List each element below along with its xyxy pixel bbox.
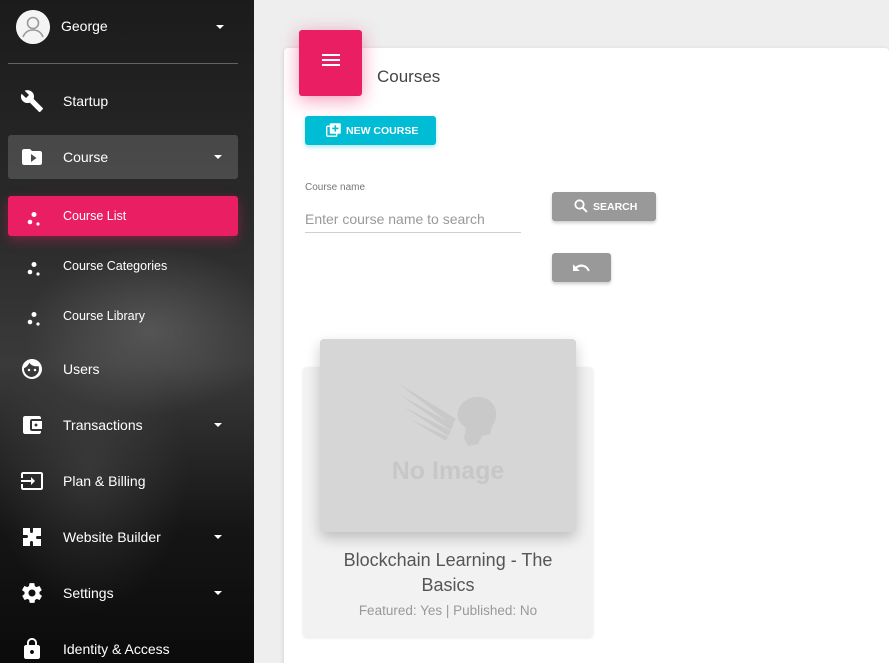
- user-menu[interactable]: George: [16, 8, 238, 44]
- course-thumbnail: No Image: [320, 339, 576, 532]
- undo-icon: [572, 261, 590, 274]
- new-course-button[interactable]: NEW COURSE: [305, 116, 436, 145]
- wrench-icon: [20, 89, 44, 113]
- sidebar-item-course-list[interactable]: Course List: [8, 196, 238, 236]
- sidebar-item-startup[interactable]: Startup: [8, 79, 238, 123]
- page-title: Courses: [377, 67, 441, 86]
- chevron-down-icon: [216, 25, 224, 29]
- sidebar-item-website-builder[interactable]: Website Builder: [8, 515, 238, 559]
- puzzle-icon: [20, 525, 44, 549]
- sidebar-item-label: Transactions: [63, 417, 143, 433]
- bubbles-icon: [23, 307, 47, 331]
- no-image-logo: [396, 375, 506, 455]
- sidebar-item-label: Plan & Billing: [63, 473, 146, 489]
- bubbles-icon: [23, 207, 47, 231]
- sidebar-item-users[interactable]: Users: [8, 347, 238, 391]
- sidebar-item-label: Startup: [63, 93, 109, 109]
- main-content: Courses NEW COURSE Course name SEARCH: [254, 0, 889, 663]
- search-label: SEARCH: [593, 201, 638, 213]
- course-card[interactable]: No Image Blockchain Learning - The Basic…: [303, 339, 593, 637]
- user-name: George: [61, 18, 108, 34]
- wallet-icon: [20, 413, 44, 437]
- sidebar-item-label: Course Library: [63, 309, 145, 323]
- sidebar-divider: [8, 63, 238, 64]
- face-icon: [20, 357, 44, 381]
- sidebar-item-label: Course Categories: [63, 259, 168, 273]
- library-add-icon: [326, 123, 341, 137]
- chevron-down-icon: [214, 591, 222, 595]
- bubbles-icon: [23, 257, 47, 281]
- sidebar-item-label: Identity & Access: [63, 641, 170, 657]
- list-icon: [299, 30, 362, 96]
- sidebar-item-label: Users: [63, 361, 100, 377]
- sidebar-item-label: Course List: [63, 209, 127, 223]
- sidebar-item-settings[interactable]: Settings: [8, 571, 238, 615]
- gear-icon: [20, 581, 44, 605]
- input-icon: [20, 469, 44, 493]
- sidebar-item-course-categories[interactable]: Course Categories: [8, 246, 238, 286]
- reset-button[interactable]: [552, 253, 611, 282]
- course-title: Blockchain Learning - The Basics: [343, 550, 553, 595]
- chevron-down-icon: [214, 535, 222, 539]
- lock-icon: [20, 637, 44, 661]
- sidebar-item-course[interactable]: Course: [8, 135, 238, 179]
- new-course-label: NEW COURSE: [346, 125, 419, 137]
- sidebar-item-label: Website Builder: [63, 529, 161, 545]
- course-name-label: Course name: [305, 182, 366, 193]
- sidebar: George Startup Course Course List Course…: [0, 0, 254, 663]
- sidebar-item-identity-access[interactable]: Identity & Access: [8, 627, 238, 663]
- chevron-down-icon: [214, 155, 222, 159]
- course-name-input[interactable]: [305, 205, 521, 233]
- search-button[interactable]: SEARCH: [552, 192, 656, 221]
- sidebar-item-plan-billing[interactable]: Plan & Billing: [8, 459, 238, 503]
- search-icon: [574, 199, 588, 213]
- video-library-icon: [20, 145, 44, 169]
- sidebar-item-transactions[interactable]: Transactions: [8, 403, 238, 447]
- course-meta: Featured: Yes | Published: No: [358, 603, 538, 618]
- sidebar-item-label: Course: [63, 149, 109, 165]
- chevron-down-icon: [214, 423, 222, 427]
- avatar: [16, 10, 50, 44]
- no-image-text: No Image: [391, 457, 505, 485]
- sidebar-item-course-library[interactable]: Course Library: [8, 296, 238, 336]
- sidebar-item-label: Settings: [63, 585, 114, 601]
